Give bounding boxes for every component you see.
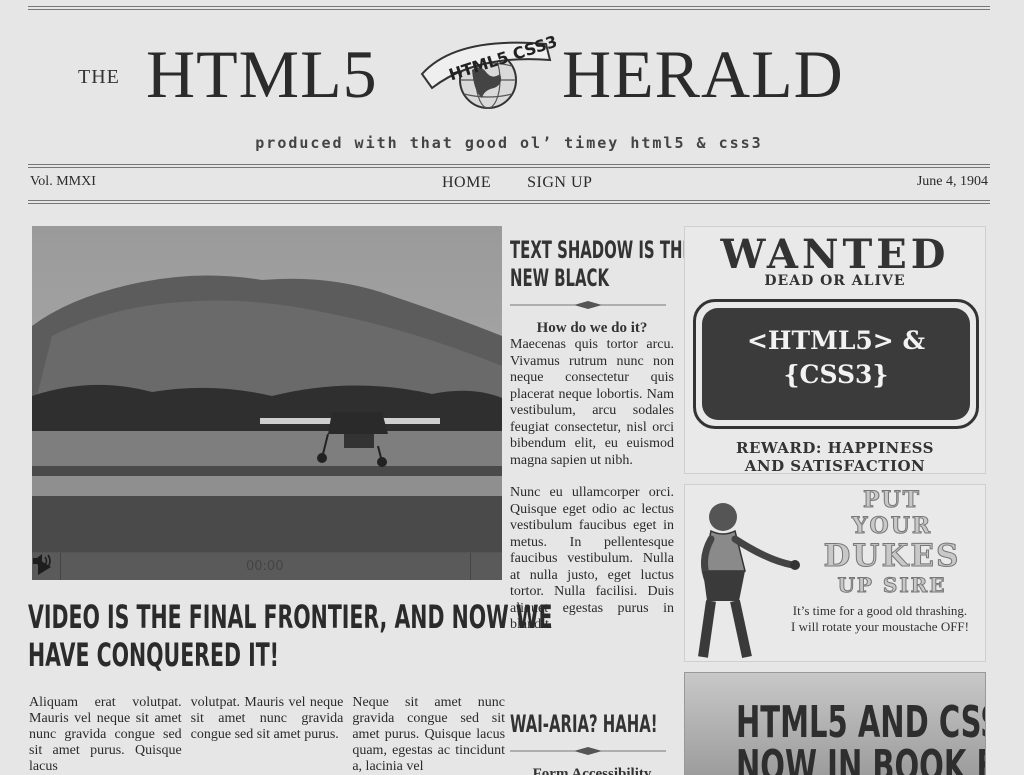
globe-logo-icon: HTML5 CSS3 <box>416 30 560 114</box>
headline-line: TEXT SHADOW IS THE <box>510 236 693 264</box>
volume-icon[interactable] <box>32 553 54 569</box>
book-line: NOW IN BOOK FORM! <box>736 741 985 775</box>
headline-line: HAVE CONQUERED IT! <box>28 636 279 674</box>
side-article-2: WAI-ARIA? HAHA! Form Accessibility <box>510 710 674 775</box>
book-ad-title: HTML5 AND CSS3 NOW IN BOOK FORM! <box>685 701 985 775</box>
wanted-ad: WANTED DEAD OR ALIVE <HTML5> & {CSS3} RE… <box>684 226 986 475</box>
main-nav: HOME SIGN UP <box>442 174 592 192</box>
volume-label: Vol. MMXI <box>30 174 96 189</box>
masthead: THE HTML5 HTML5 CSS3 HERALD produced wit… <box>28 20 990 152</box>
nav-top-rule <box>28 164 990 168</box>
video-time: 00:00 <box>246 559 284 574</box>
badge-line: <HTML5> & <box>746 326 926 355</box>
headline-line: NEW BLACK <box>510 264 610 292</box>
main-article-body: Aliquam erat volutpat. Mauris vel neque … <box>29 695 505 775</box>
nav-home-link[interactable]: HOME <box>442 174 491 192</box>
book-line: HTML5 AND CSS3 <box>736 697 985 748</box>
side-article: TEXT SHADOW IS THE NEW BLACK How do we d… <box>510 236 693 650</box>
controls-divider <box>470 553 471 580</box>
reward-line: REWARD: HAPPINESS <box>735 439 935 457</box>
side-article-2-headline: WAI-ARIA? HAHA! <box>510 710 674 738</box>
side-article-paragraph: Maecenas quis tortor arcu. Vivamus rutru… <box>510 337 674 468</box>
reward-line: AND SATISFACTION <box>744 457 926 475</box>
ornament-divider <box>510 301 666 309</box>
body-column: Aliquam erat volutpat. Mauris vel neque … <box>29 695 182 774</box>
body-column: volutpat. Mauris vel neque sit amet nunc… <box>190 695 344 742</box>
masthead-title-left: HTML5 <box>146 36 378 112</box>
headline-line: VIDEO IS THE FINAL FRONTIER, AND NOW WE <box>28 598 553 636</box>
side-article-paragraph: Nunc eu ullamcorper orci. Quisque eget o… <box>510 485 674 632</box>
side-article-2-subhead: Form Accessibility <box>532 766 652 775</box>
video-controls: 00:00 <box>32 552 502 580</box>
wanted-badge: <HTML5> & {CSS3} <box>693 299 979 429</box>
wanted-subtitle: DEAD OR ALIVE <box>764 273 906 289</box>
nav-bottom-rule <box>28 200 990 204</box>
wanted-reward: REWARD: HAPPINESS AND SATISFACTION <box>685 439 985 475</box>
ornament-divider <box>510 747 666 755</box>
nav-signup-link[interactable]: SIGN UP <box>527 174 592 192</box>
dukes-line: UP SIRE <box>837 573 947 598</box>
dukes-caption: It’s time for a good old thrashing. I wi… <box>775 603 985 635</box>
controls-divider <box>60 553 61 580</box>
tagline: produced with that good ol’ timey html5 … <box>255 134 763 152</box>
navbar: Vol. MMXI HOME SIGN UP June 4, 1904 <box>28 170 990 196</box>
masthead-title-right: HERALD <box>562 36 844 112</box>
side-article-headline: TEXT SHADOW IS THE NEW BLACK <box>510 236 693 292</box>
newspaper-page: THE HTML5 HTML5 CSS3 HERALD produced wit… <box>0 0 1024 775</box>
headline-line: WAI-ARIA? HAHA! <box>510 710 658 738</box>
book-ad[interactable]: HTML5 AND CSS3 NOW IN BOOK FORM! <box>684 672 986 775</box>
issue-date: June 4, 1904 <box>916 174 988 189</box>
dukes-line: PUT <box>862 487 922 514</box>
side-article-subhead: How do we do it? <box>536 320 648 336</box>
masthead-the: THE <box>78 66 120 88</box>
main-article-headline: VIDEO IS THE FINAL FRONTIER, AND NOW WE … <box>28 598 553 674</box>
dukes-heading: PUT YOUR DUKES UP SIRE <box>799 487 985 598</box>
video-player[interactable]: 00:00 <box>32 226 502 580</box>
dukes-line: YOUR <box>851 513 933 540</box>
dukes-line: DUKES <box>823 538 961 574</box>
body-column: Neque sit amet nunc gravida congue sed s… <box>352 695 506 774</box>
caption-line: I will rotate your moustache OFF! <box>791 619 969 634</box>
video-frame <box>32 226 502 580</box>
wanted-title: WANTED <box>720 231 950 278</box>
caption-line: It’s time for a good old thrashing. <box>792 603 968 618</box>
badge-line: {CSS3} <box>783 360 889 389</box>
top-rule <box>28 6 990 10</box>
dukes-ad: PUT YOUR DUKES UP SIRE It’s time for a g… <box>684 484 986 662</box>
